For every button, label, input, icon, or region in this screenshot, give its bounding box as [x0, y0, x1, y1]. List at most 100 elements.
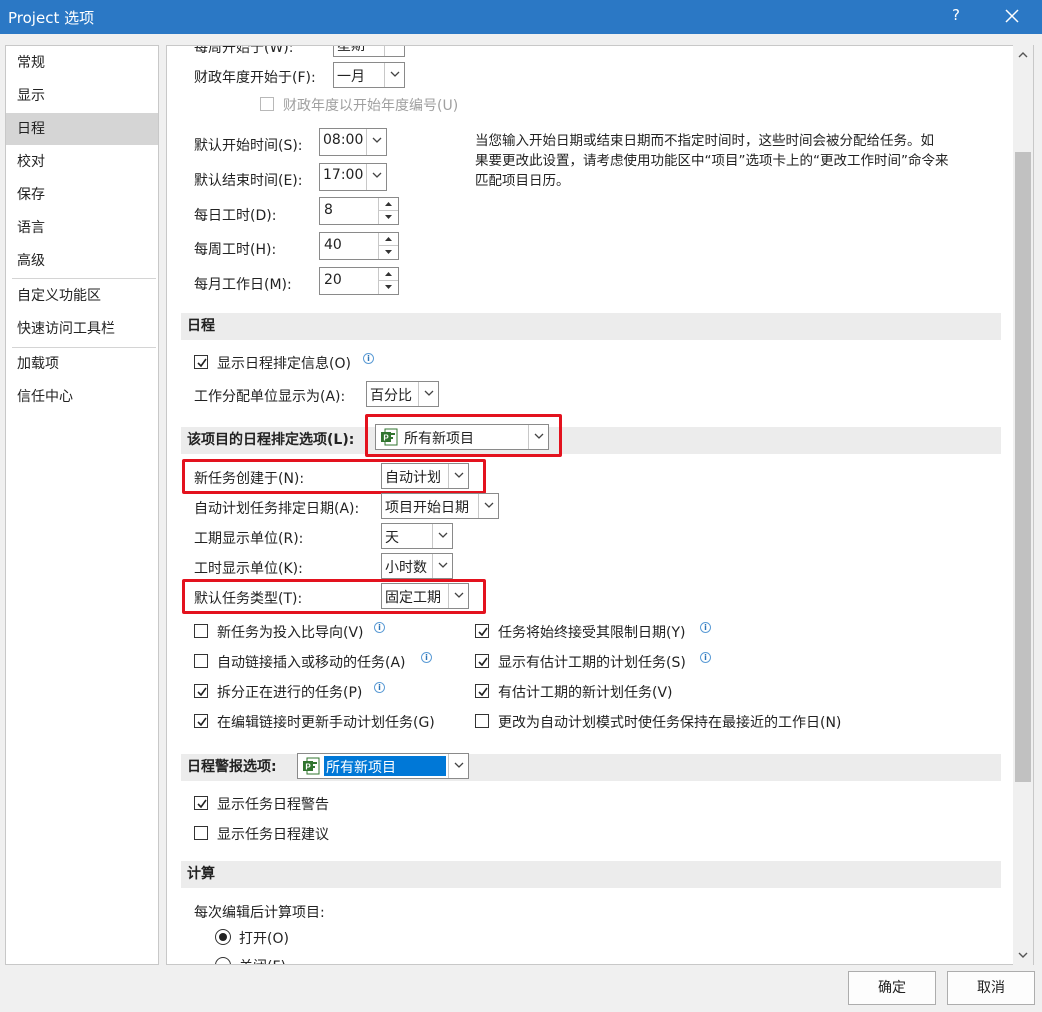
duration-units-label: 工期显示单位(R): [194, 531, 304, 547]
autolink-checkbox[interactable] [194, 654, 208, 668]
chevron-down-icon [432, 554, 452, 578]
keep-nearest-day-checkbox[interactable] [475, 714, 489, 728]
split-tasks-label: 拆分正在进行的任务(P) [217, 685, 363, 701]
info-icon: i [700, 622, 711, 633]
show-warnings-checkbox[interactable] [194, 796, 208, 810]
show-estimated-label: 显示有估计工期的计划任务(S) [498, 655, 686, 671]
scroll-up-button[interactable] [1013, 45, 1033, 65]
show-suggestions-checkbox[interactable] [194, 826, 208, 840]
work-units-dropdown[interactable]: 小时数 [381, 553, 453, 579]
days-per-month-label: 每月工作日(M): [194, 277, 292, 293]
update-manual-label: 在编辑链接时更新手动计划任务(G) [217, 715, 435, 731]
calculation-section-header: 计算 [181, 861, 1001, 888]
svg-text:P: P [305, 763, 311, 772]
chevron-down-icon [478, 494, 498, 518]
nav-item-quick-access[interactable]: 快速访问工具栏 [6, 313, 158, 345]
nav-item-advanced[interactable]: 高级 [6, 245, 158, 277]
calc-off-radio[interactable] [215, 957, 231, 964]
nav-item-proofing[interactable]: 校对 [6, 146, 158, 178]
nav-item-display[interactable]: 显示 [6, 80, 158, 112]
default-end-dropdown[interactable]: 17:00 [319, 163, 387, 191]
project-file-icon: P [302, 757, 320, 775]
keep-nearest-day-label: 更改为自动计划模式时使任务保持在最接近的工作日(N) [498, 715, 842, 731]
honor-constraints-label: 任务将始终接受其限制日期(Y) [498, 625, 686, 641]
spin-down-button[interactable] [379, 211, 398, 224]
calc-on-label: 打开(O) [239, 931, 289, 947]
check-icon [197, 717, 207, 727]
nav-divider [12, 278, 156, 279]
fiscal-numbering-checkbox[interactable] [260, 97, 274, 111]
split-tasks-checkbox[interactable] [194, 684, 208, 698]
nav-item-language[interactable]: 语言 [6, 212, 158, 244]
title-bar: Project 选项 ? [0, 0, 1042, 34]
spin-up-button[interactable] [379, 233, 398, 246]
work-units-value: 小时数 [385, 560, 427, 576]
default-start-label: 默认开始时间(S): [194, 138, 303, 154]
hours-per-day-spinner[interactable]: 8 [319, 197, 399, 225]
options-panel: 每周开始于(W): 星期 财政年度开始于(F): 一月 财政年度以开始年度编号(… [166, 45, 1034, 965]
hours-per-day-value: 8 [324, 202, 333, 218]
update-manual-checkbox[interactable] [194, 714, 208, 728]
highlight-box [182, 579, 486, 614]
hours-per-day-label: 每日工时(D): [194, 208, 277, 224]
nav-item-save[interactable]: 保存 [6, 179, 158, 211]
calc-on-radio[interactable] [215, 929, 231, 945]
auto-schedule-date-value: 项目开始日期 [385, 500, 469, 516]
project-schedule-section-header: 该项目的日程排定选项(L): [181, 427, 1001, 454]
nav-item-schedule[interactable]: 日程 [6, 113, 158, 145]
scroll-thumb[interactable] [1015, 152, 1031, 782]
spin-down-button[interactable] [379, 246, 398, 259]
spin-up-button[interactable] [379, 198, 398, 211]
hours-per-week-spinner[interactable]: 40 [319, 232, 399, 260]
week-start-value: 星期 [337, 45, 365, 54]
new-estimated-label: 有估计工期的新计划任务(V) [498, 685, 673, 701]
chevron-down-icon [432, 524, 452, 548]
check-icon [197, 358, 207, 368]
days-per-month-spinner[interactable]: 20 [319, 267, 399, 295]
days-per-month-value: 20 [324, 272, 342, 288]
check-icon [478, 687, 488, 697]
honor-constraints-checkbox[interactable] [475, 624, 489, 638]
close-button[interactable] [1000, 3, 1024, 29]
info-icon: i [421, 652, 432, 663]
default-start-dropdown[interactable]: 08:00 [319, 128, 387, 156]
check-icon [478, 627, 488, 637]
week-start-dropdown[interactable]: 星期 [333, 45, 405, 57]
spin-up-button[interactable] [379, 268, 398, 281]
show-estimated-checkbox[interactable] [475, 654, 489, 668]
new-estimated-checkbox[interactable] [475, 684, 489, 698]
fiscal-start-value: 一月 [337, 69, 365, 85]
time-note-line-1: 当您输入开始日期或结束日期而不指定时间时，这些时间会被分配给任务。如 [475, 133, 934, 149]
default-start-value: 08:00 [323, 132, 364, 148]
nav-item-customize-ribbon[interactable]: 自定义功能区 [6, 280, 158, 312]
duration-units-dropdown[interactable]: 天 [381, 523, 453, 549]
nav-item-addins[interactable]: 加载项 [6, 348, 158, 380]
chevron-down-icon [418, 382, 438, 406]
show-warnings-label: 显示任务日程警告 [217, 797, 329, 813]
category-nav: 常规 显示 日程 校对 保存 语言 高级 自定义功能区 快速访问工具栏 加载项 … [5, 45, 159, 965]
chevron-up-icon [1018, 52, 1028, 58]
default-end-value: 17:00 [323, 167, 364, 183]
window-title: Project 选项 [8, 9, 95, 27]
assignment-units-dropdown[interactable]: 百分比 [366, 381, 439, 407]
fiscal-start-label: 财政年度开始于(F): [194, 70, 316, 86]
chevron-down-icon [1018, 952, 1028, 958]
chevron-down-icon [448, 754, 468, 778]
effort-driven-checkbox[interactable] [194, 624, 208, 638]
cancel-button[interactable]: 取消 [947, 971, 1035, 1005]
highlight-box [365, 414, 562, 457]
show-schedule-msgs-checkbox[interactable] [194, 355, 208, 369]
vertical-scrollbar[interactable] [1013, 45, 1033, 965]
nav-item-general[interactable]: 常规 [6, 47, 158, 79]
help-button[interactable]: ? [948, 6, 964, 24]
spin-down-button[interactable] [379, 281, 398, 294]
auto-schedule-date-dropdown[interactable]: 项目开始日期 [381, 493, 499, 519]
fiscal-start-dropdown[interactable]: 一月 [333, 62, 405, 88]
alerts-project-dropdown[interactable]: P 所有新项目 [297, 753, 469, 779]
scroll-down-button[interactable] [1013, 945, 1033, 965]
ok-button[interactable]: 确定 [848, 971, 936, 1005]
autolink-label: 自动链接插入或移动的任务(A) [217, 655, 406, 671]
assignment-units-label: 工作分配单位显示为(A): [194, 389, 346, 405]
work-units-label: 工时显示单位(K): [194, 561, 303, 577]
nav-item-trust-center[interactable]: 信任中心 [6, 381, 158, 413]
